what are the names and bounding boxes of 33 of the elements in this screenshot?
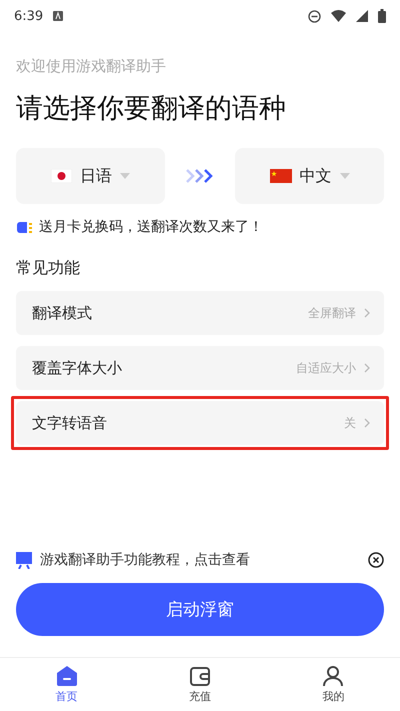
source-language-selector[interactable]: 日语 bbox=[16, 148, 165, 204]
nav-tab[interactable]: 我的 bbox=[266, 658, 400, 711]
notification-icon bbox=[53, 11, 64, 21]
tutorial-link[interactable]: 游戏翻译助手功能教程，点击查看 bbox=[40, 551, 360, 569]
target-language-selector[interactable]: 中文 bbox=[235, 148, 384, 204]
promo-text[interactable]: 送月卡兑换码，送翻译次数又来了！ bbox=[39, 218, 263, 236]
close-icon[interactable] bbox=[368, 552, 384, 568]
wifi-icon bbox=[331, 10, 346, 22]
wallet-icon bbox=[188, 665, 211, 687]
flag-icon bbox=[51, 169, 72, 183]
signal-icon bbox=[356, 10, 368, 22]
chevron-icon bbox=[364, 308, 370, 318]
welcome-text: 欢迎使用游戏翻译助手 bbox=[16, 57, 167, 76]
caret-icon bbox=[340, 173, 350, 179]
section-title: 常见功能 bbox=[16, 258, 81, 279]
feature-row[interactable]: 文字转语音 关 bbox=[16, 401, 384, 445]
feature-row[interactable]: 覆盖字体大小 自适应大小 bbox=[16, 346, 384, 390]
home-icon bbox=[56, 665, 78, 687]
chevron-icon bbox=[364, 363, 370, 373]
flag-icon bbox=[270, 169, 292, 183]
start-button[interactable]: 启动浮窗 bbox=[16, 583, 384, 636]
chevron-icon bbox=[364, 418, 370, 428]
presentation-icon bbox=[16, 552, 32, 568]
feature-row[interactable]: 翻译模式 全屏翻译 bbox=[16, 291, 384, 335]
status-time: 6:39 bbox=[14, 8, 44, 24]
nav-tab[interactable]: 充值 bbox=[133, 658, 267, 711]
dnd-icon bbox=[308, 10, 321, 22]
megaphone-icon bbox=[16, 220, 33, 234]
caret-icon bbox=[120, 173, 130, 179]
nav-tab[interactable]: 首页 bbox=[0, 658, 134, 711]
page-title: 请选择你要翻译的语种 bbox=[16, 92, 287, 126]
battery-icon bbox=[378, 9, 386, 23]
user-icon bbox=[322, 665, 344, 687]
